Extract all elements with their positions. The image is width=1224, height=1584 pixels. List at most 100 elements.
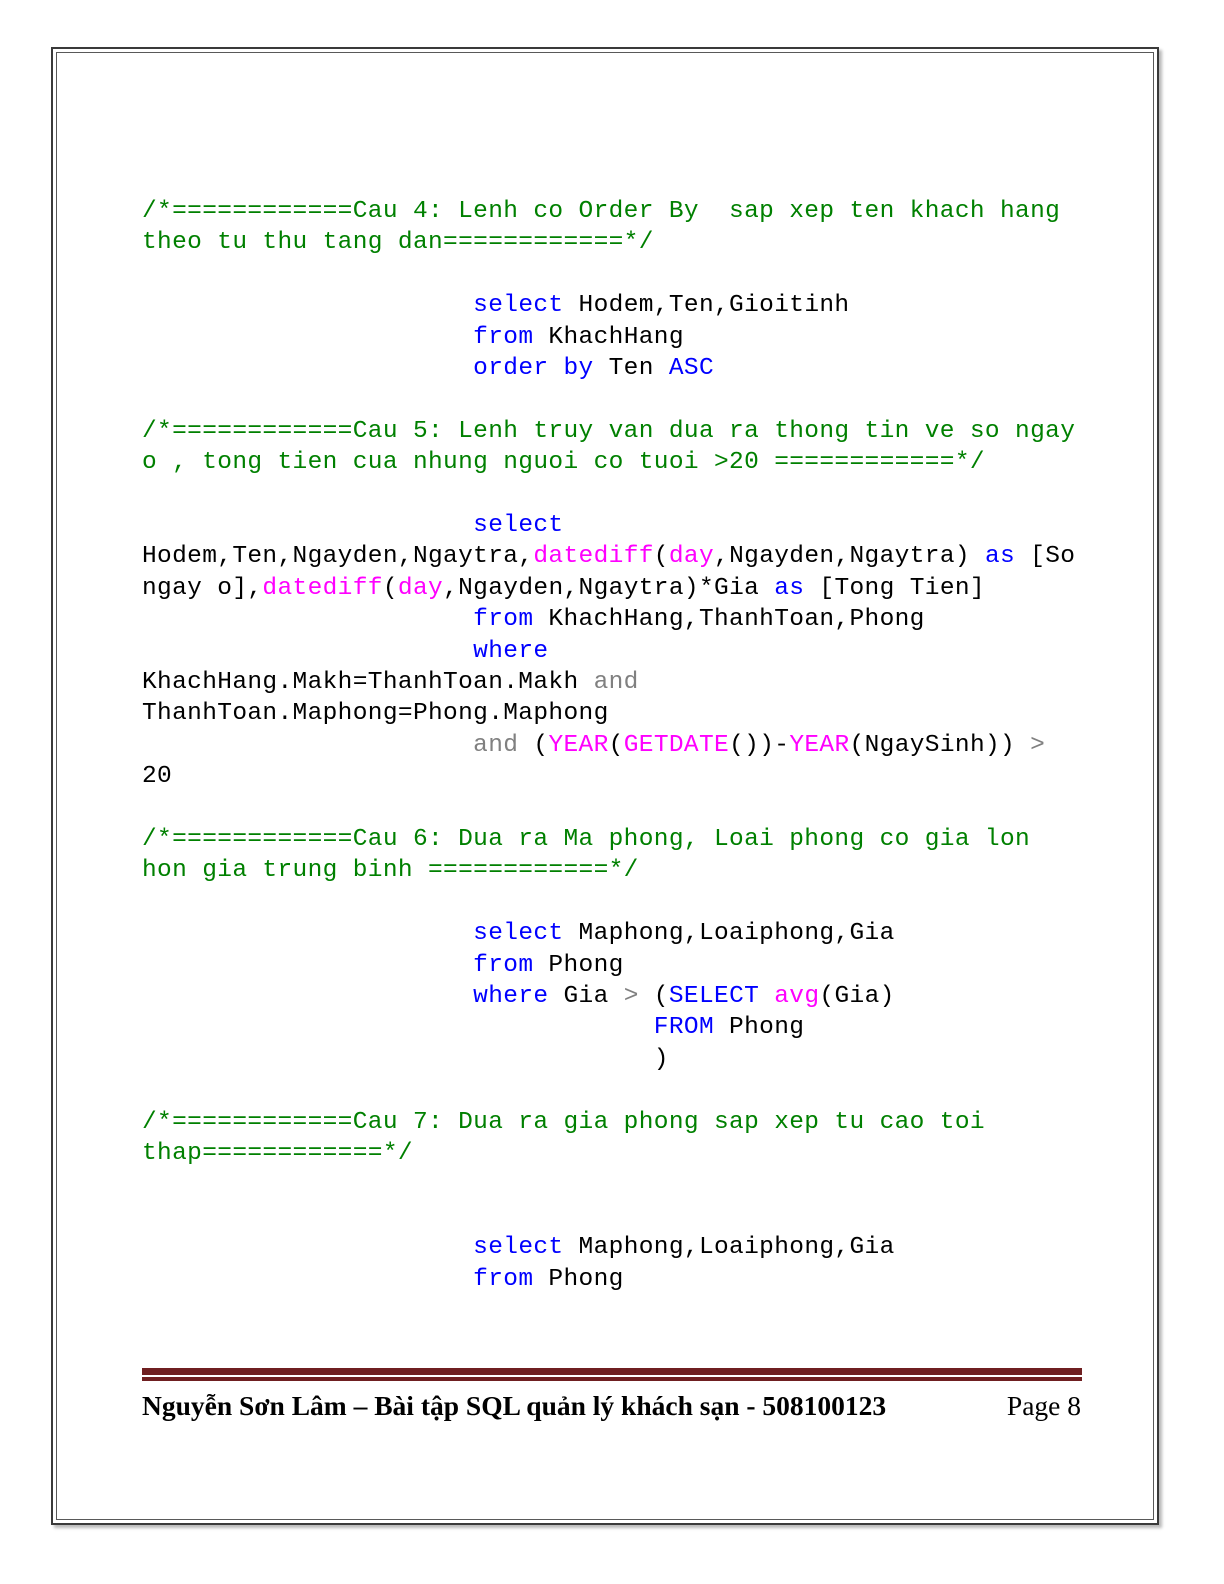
code-line: select Hodem,Ten,Gioitinh: [142, 290, 1082, 321]
code-line: order by Ten ASC: [142, 353, 1082, 384]
code-token-cmt: /*============Cau 7: Dua ra gia phong sa…: [142, 1108, 1000, 1168]
code-token-fn: day: [668, 543, 715, 571]
code-token-op: and: [593, 669, 639, 697]
code-token-fn: day: [397, 574, 444, 602]
code-token-kw: select: [473, 512, 564, 540]
code-token-pl: (: [382, 574, 398, 602]
code-token-pl: (: [518, 731, 549, 759]
code-token-fn: datediff: [262, 574, 383, 602]
footer-page-number: Page 8: [1006, 1390, 1081, 1421]
code-line: select Maphong,Loaiphong,Gia: [142, 1232, 1082, 1263]
code-token-kw: FROM: [653, 1014, 714, 1042]
code-line: from Phong: [142, 1264, 1082, 1295]
code-token-kw: as: [984, 543, 1016, 571]
document-body: /*============Cau 4: Lenh co Order By sa…: [142, 196, 1082, 1295]
code-token-pl: Phong: [714, 1014, 805, 1042]
code-line: select Maphong,Loaiphong,Gia: [142, 918, 1082, 949]
code-token-kw: as: [774, 574, 805, 602]
code-token-fn: avg: [774, 983, 820, 1011]
code-token-kw: ASC: [668, 355, 715, 383]
code-token-pl: ): [142, 1045, 669, 1073]
code-token-pl: Ten: [593, 355, 669, 383]
page-footer: Nguyễn Sơn Lâm – Bài tập SQL quản lý khá…: [142, 1368, 1082, 1422]
code-token-op: >: [623, 983, 639, 1011]
code-token-kw: select: [473, 1234, 564, 1262]
footer-rule-thick: [142, 1368, 1082, 1375]
code-line: where: [142, 636, 1082, 667]
code-token-pl: Gia: [548, 983, 624, 1011]
code-token-kw: SELECT: [668, 983, 760, 1011]
code-token-kw: where: [473, 637, 549, 665]
code-line: /*============Cau 6: Dua ra Ma phong, Lo…: [142, 824, 1082, 887]
code-token-pl: (: [638, 983, 669, 1011]
code-token-fn: GETDATE: [623, 731, 730, 759]
code-token-kw: where: [473, 983, 549, 1011]
code-line: from KhachHang: [142, 322, 1082, 353]
code-line: ): [142, 1044, 1082, 1075]
code-token-pl: ,Ngayden,Ngaytra)*Gia: [443, 574, 775, 602]
code-token-kw: from: [473, 951, 534, 979]
code-token-pl: KhachHang: [533, 323, 684, 351]
code-token-pl: Hodem,Ten,Ngayden,Ngaytra,: [142, 543, 534, 571]
code-line: /*============Cau 7: Dua ra gia phong sa…: [142, 1107, 1082, 1170]
code-token-kw: order by: [473, 355, 594, 383]
code-token-pl: (: [608, 731, 624, 759]
code-token-cmt: /*============Cau 6: Dua ra Ma phong, Lo…: [142, 826, 1046, 885]
code-token-fn: datediff: [533, 543, 654, 571]
code-token-pl: (NgaySinh)): [849, 731, 1031, 759]
footer-text-row: Nguyễn Sơn Lâm – Bài tập SQL quản lý khá…: [142, 1390, 1087, 1422]
code-token-kw: from: [473, 606, 534, 634]
code-line: from Phong: [142, 950, 1082, 981]
code-line: from KhachHang,ThanhToan,Phong: [142, 604, 1082, 635]
code-token-pl: ,Ngayden,Ngaytra): [714, 543, 985, 571]
code-token-pl: [Tong Tien]: [804, 574, 985, 602]
code-token-pl: ())-: [729, 731, 790, 759]
code-token-pl: Phong: [533, 951, 624, 979]
code-token-kw: select: [473, 292, 564, 320]
code-token-pl: Maphong,Loaiphong,Gia: [563, 1234, 895, 1262]
code-token-pl: (: [653, 543, 669, 571]
code-token-pl: Phong: [533, 1265, 624, 1293]
code-token-pl: KhachHang,ThanhToan,Phong: [533, 606, 925, 634]
page-sheet: /*============Cau 4: Lenh co Order By sa…: [0, 0, 1224, 1584]
code-token-cmt: /*============Cau 4: Lenh co Order By sa…: [142, 198, 1076, 257]
code-token-pl: KhachHang.Makh=ThanhToan.Makh: [142, 669, 594, 697]
code-token-fn: YEAR: [789, 731, 850, 759]
code-line: FROM Phong: [142, 1012, 1082, 1043]
code-token-kw: from: [473, 323, 534, 351]
code-line: and (YEAR(GETDATE())-YEAR(NgaySinh)) > 2…: [142, 730, 1082, 793]
code-line: select: [142, 510, 1082, 541]
code-token-kw: from: [473, 1265, 534, 1293]
code-token-op: and: [473, 731, 519, 759]
footer-rule-thin: [142, 1377, 1082, 1381]
code-line: Hodem,Ten,Ngayden,Ngaytra,datediff(day,N…: [142, 541, 1082, 604]
code-line: where Gia > (SELECT avg(Gia): [142, 981, 1082, 1012]
code-token-pl: Maphong,Loaiphong,Gia: [563, 920, 895, 948]
code-token-pl: (Gia): [819, 983, 895, 1011]
code-token-op: >: [1030, 731, 1046, 759]
code-token-fn: YEAR: [548, 731, 609, 759]
code-token-cmt: /*============Cau 5: Lenh truy van dua r…: [142, 417, 1091, 477]
footer-author-title: Nguyễn Sơn Lâm – Bài tập SQL quản lý khá…: [142, 1390, 887, 1421]
code-line: /*============Cau 4: Lenh co Order By sa…: [142, 196, 1082, 259]
